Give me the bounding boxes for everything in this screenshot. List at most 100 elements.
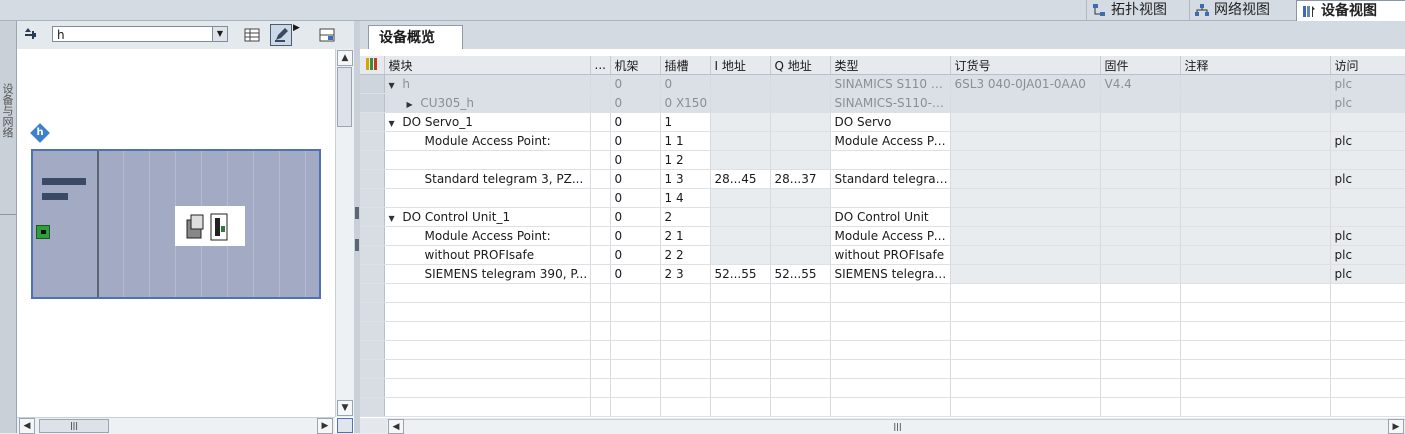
cell-firmware[interactable] (1100, 150, 1181, 170)
cell-comment[interactable] (1180, 226, 1331, 246)
empty-cell[interactable] (660, 359, 711, 379)
cell-module[interactable]: Module Access Point: (384, 131, 591, 151)
cell-q-address[interactable]: 28...37 (770, 169, 831, 189)
empty-cell[interactable] (1330, 359, 1405, 379)
scroll-right-arrow-icon[interactable]: ▶ (1388, 419, 1404, 434)
cell-comment[interactable] (1180, 131, 1331, 151)
empty-cell[interactable] (1180, 321, 1331, 341)
cell-order-number[interactable] (950, 226, 1101, 246)
cell-slot[interactable]: 1 3 (660, 169, 711, 189)
empty-cell[interactable] (950, 359, 1101, 379)
empty-table-row[interactable] (360, 302, 1405, 322)
cell-comment[interactable] (1180, 74, 1331, 94)
cell-rack[interactable]: 0 (610, 93, 661, 113)
col-header-type[interactable]: 类型 (830, 56, 951, 75)
empty-cell[interactable] (1100, 283, 1181, 303)
row-header-cell[interactable] (360, 340, 385, 360)
cell-q-address[interactable] (770, 131, 831, 151)
scroll-up-arrow-icon[interactable]: ▲ (337, 50, 353, 66)
cell-access[interactable]: plc (1330, 169, 1405, 189)
empty-cell[interactable] (590, 359, 611, 379)
cell-more[interactable] (590, 169, 611, 189)
empty-cell[interactable] (1180, 340, 1331, 360)
empty-cell[interactable] (590, 321, 611, 341)
cell-access[interactable]: plc (1330, 93, 1405, 113)
cell-q-address[interactable] (770, 226, 831, 246)
cell-more[interactable] (590, 93, 611, 113)
edit-pencil-icon[interactable] (270, 24, 292, 46)
scroll-left-arrow-icon[interactable]: ◀ (388, 419, 404, 434)
cell-i-address[interactable] (710, 226, 771, 246)
cell-firmware[interactable] (1100, 226, 1181, 246)
cell-order-number[interactable] (950, 207, 1101, 227)
empty-table-row[interactable] (360, 340, 1405, 360)
empty-cell[interactable] (384, 283, 591, 303)
chevron-down-icon[interactable]: ▼ (212, 27, 227, 41)
empty-cell[interactable] (660, 302, 711, 322)
cell-more[interactable] (590, 112, 611, 132)
cell-type[interactable]: DO Servo (830, 112, 951, 132)
expand-toggle-icon[interactable]: ▼ (389, 214, 399, 223)
empty-cell[interactable] (770, 321, 831, 341)
empty-cell[interactable] (710, 340, 771, 360)
empty-cell[interactable] (610, 340, 661, 360)
row-header-cell[interactable] (360, 131, 385, 151)
cell-access[interactable]: plc (1330, 245, 1405, 265)
cell-q-address[interactable] (770, 207, 831, 227)
col-header-q-address[interactable]: Q 地址 (770, 56, 831, 75)
cell-more[interactable] (590, 264, 611, 284)
empty-cell[interactable] (384, 321, 591, 341)
cell-more[interactable] (590, 188, 611, 208)
table-row[interactable]: Standard telegram 3, PZ... 0 1 3 28...45 28.… (360, 169, 1405, 189)
cell-firmware[interactable] (1100, 245, 1181, 265)
cell-type[interactable] (830, 150, 951, 170)
cell-i-address[interactable] (710, 93, 771, 113)
expand-toggle-icon[interactable]: ▼ (389, 119, 399, 128)
empty-cell[interactable] (660, 321, 711, 341)
empty-cell[interactable] (710, 283, 771, 303)
row-header-cell[interactable] (360, 359, 385, 379)
row-header-cell[interactable] (360, 150, 385, 170)
cell-i-address[interactable] (710, 74, 771, 94)
cell-access[interactable] (1330, 112, 1405, 132)
col-header-access[interactable]: 访问 (1330, 56, 1405, 75)
scroll-left-arrow-icon[interactable]: ◀ (19, 418, 35, 434)
cell-firmware[interactable] (1100, 169, 1181, 189)
cell-firmware[interactable] (1100, 264, 1181, 284)
more-tools-arrow-icon[interactable]: ▶ (293, 23, 313, 43)
cell-comment[interactable] (1180, 264, 1331, 284)
cell-q-address[interactable] (770, 188, 831, 208)
col-header-i-address[interactable]: I 地址 (710, 56, 771, 75)
pin-icon[interactable] (21, 25, 41, 45)
row-header-cell[interactable] (360, 74, 385, 94)
cell-order-number[interactable] (950, 188, 1101, 208)
cell-slot[interactable]: 2 1 (660, 226, 711, 246)
col-header-order-number[interactable]: 订货号 (950, 56, 1101, 75)
cell-rack[interactable]: 0 (610, 207, 661, 227)
cell-more[interactable] (590, 207, 611, 227)
empty-table-row[interactable] (360, 283, 1405, 303)
empty-cell[interactable] (770, 302, 831, 322)
empty-cell[interactable] (590, 283, 611, 303)
col-header-more[interactable]: ... (590, 56, 611, 75)
cell-module[interactable]: without PROFIsafe (384, 245, 591, 265)
row-header-cell[interactable] (360, 226, 385, 246)
cell-slot[interactable]: 2 (660, 207, 711, 227)
cell-comment[interactable] (1180, 207, 1331, 227)
scroll-thumb[interactable]: ||| (405, 420, 1390, 433)
empty-cell[interactable] (590, 378, 611, 398)
empty-cell[interactable] (590, 340, 611, 360)
table-row[interactable]: Module Access Point: 0 2 1 Module Access Po… (360, 226, 1405, 246)
scroll-right-arrow-icon[interactable]: ▶ (317, 418, 333, 434)
cell-module[interactable]: Module Access Point: (384, 226, 591, 246)
cell-access[interactable] (1330, 207, 1405, 227)
cell-firmware[interactable] (1100, 93, 1181, 113)
row-header-cell[interactable] (360, 302, 385, 322)
tab-device-overview[interactable]: 设备概览 (368, 25, 463, 49)
cell-q-address[interactable] (770, 150, 831, 170)
cell-more[interactable] (590, 245, 611, 265)
cell-slot[interactable]: 1 4 (660, 188, 711, 208)
cell-access[interactable]: plc (1330, 131, 1405, 151)
empty-cell[interactable] (1330, 378, 1405, 398)
drive-module-image[interactable] (175, 206, 245, 246)
